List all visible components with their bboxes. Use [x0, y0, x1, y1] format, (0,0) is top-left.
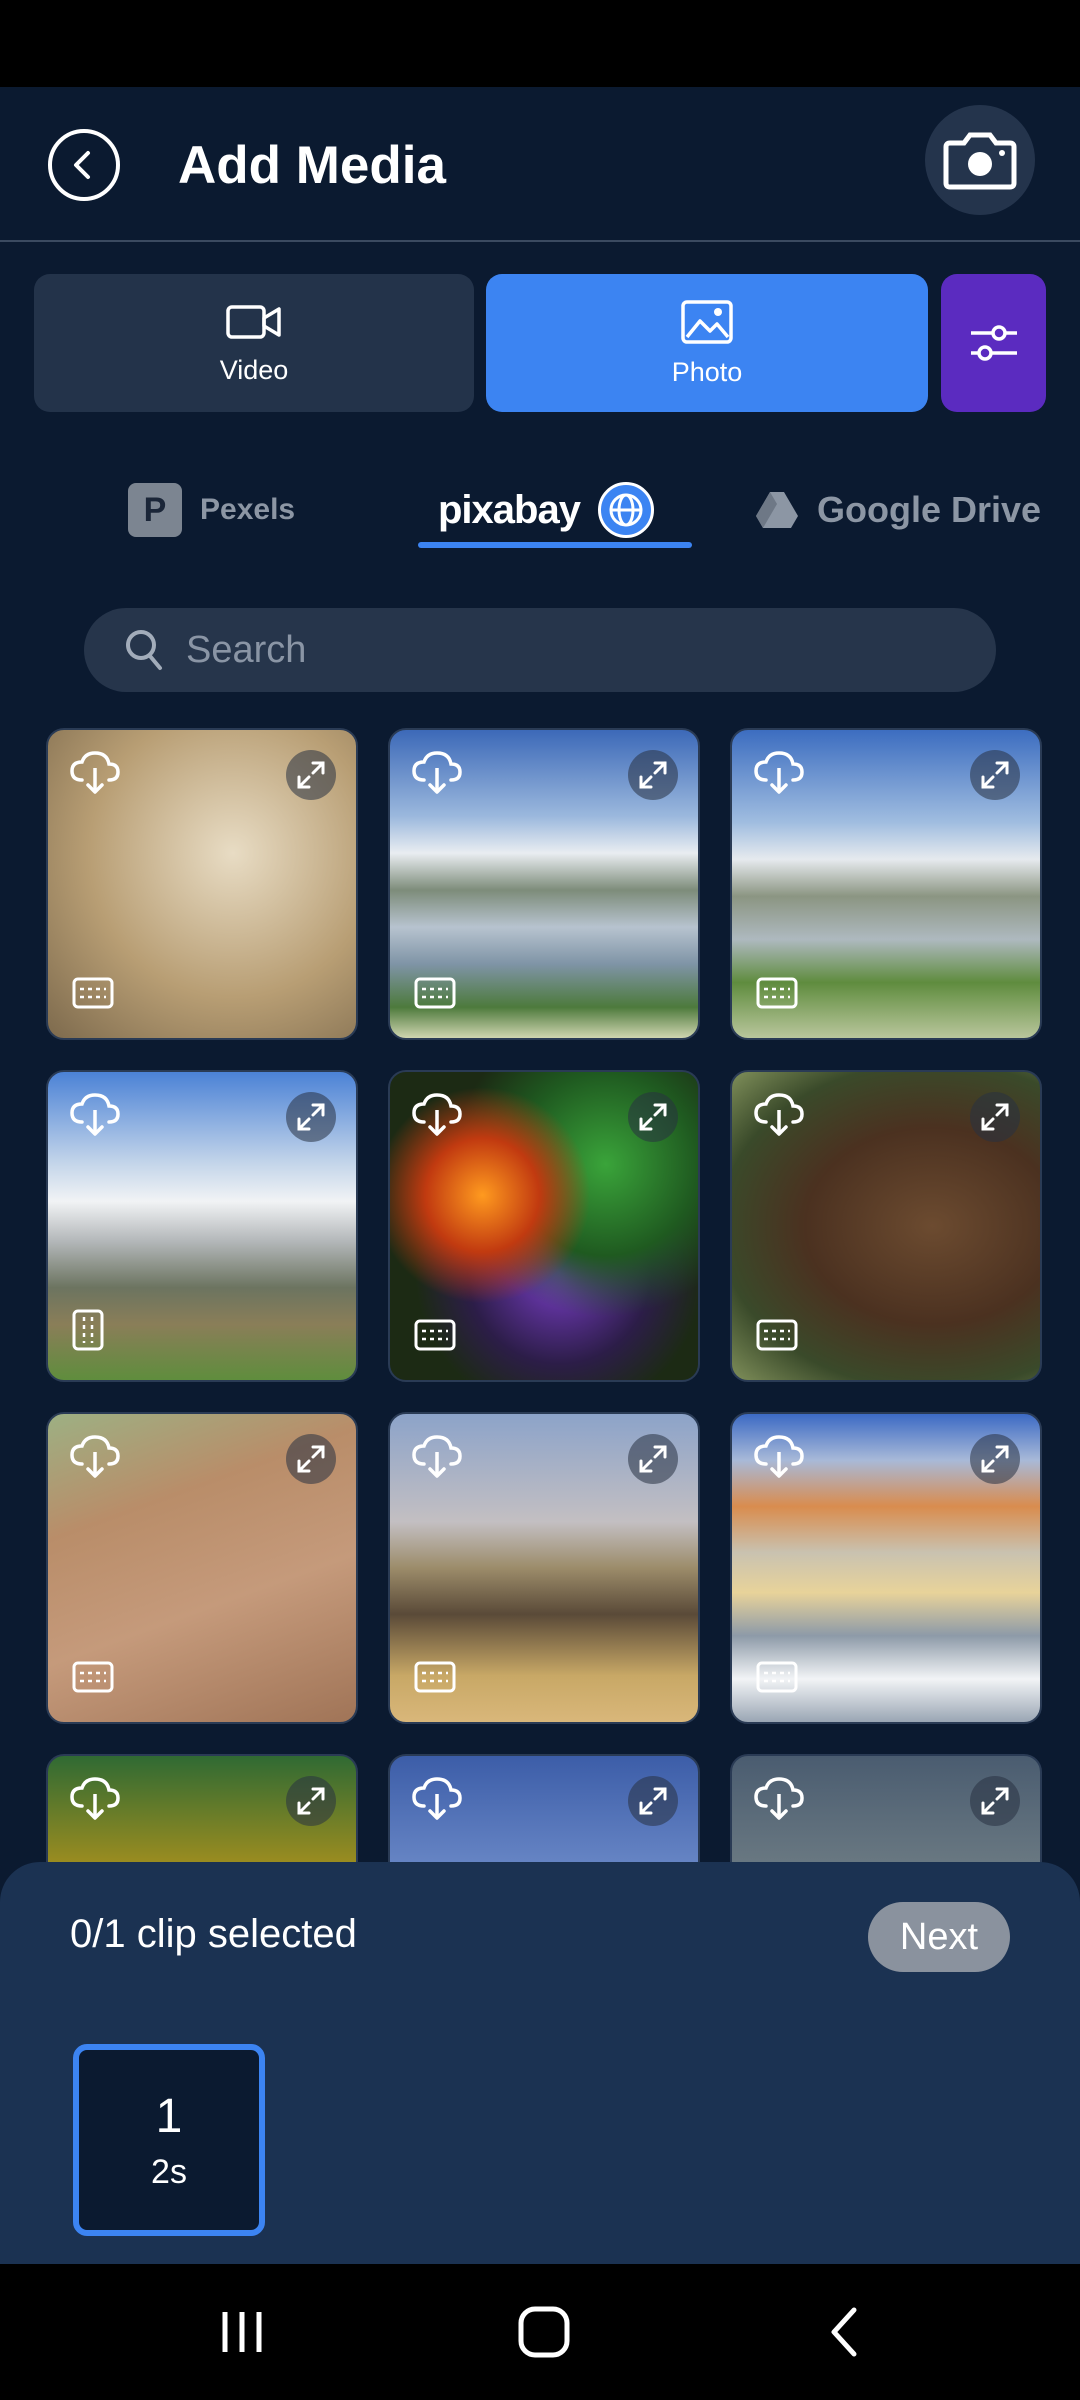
- expand-icon[interactable]: [970, 750, 1020, 800]
- photo-tile-mountain-lake[interactable]: [388, 728, 700, 1040]
- media-type-tabs: Video Photo: [34, 274, 1046, 412]
- next-button[interactable]: Next: [868, 1902, 1010, 1972]
- landscape-aspect-icon: [72, 977, 114, 1014]
- image-icon: [681, 299, 733, 344]
- pexels-logo-icon: P: [128, 483, 182, 537]
- search-placeholder: Search: [186, 628, 307, 671]
- expand-icon[interactable]: [286, 1434, 336, 1484]
- home-button[interactable]: [484, 2294, 604, 2370]
- source-tab-pixabay[interactable]: pixabay: [438, 470, 654, 550]
- cloud-download-icon[interactable]: [752, 1776, 806, 1827]
- recent-apps-icon: [222, 2312, 262, 2352]
- expand-icon[interactable]: [628, 1776, 678, 1826]
- expand-icon[interactable]: [628, 1434, 678, 1484]
- expand-icon[interactable]: [970, 1776, 1020, 1826]
- search-input[interactable]: Search: [84, 608, 996, 692]
- expand-icon[interactable]: [970, 1434, 1020, 1484]
- clip-slot-number: 1: [155, 2089, 183, 2143]
- source-tab-google-drive[interactable]: Google Drive: [755, 470, 1041, 550]
- status-bar: [0, 0, 1080, 87]
- cloud-download-icon[interactable]: [68, 1434, 122, 1485]
- cloud-download-icon[interactable]: [410, 1776, 464, 1827]
- expand-icon[interactable]: [286, 750, 336, 800]
- expand-icon[interactable]: [286, 1092, 336, 1142]
- camera-button[interactable]: [925, 105, 1035, 215]
- cloud-download-icon[interactable]: [410, 1434, 464, 1485]
- app-bar: Add Media: [0, 87, 1080, 242]
- photo-tile-alpine-lake[interactable]: [730, 728, 1042, 1040]
- photo-tile-harbor-town[interactable]: [730, 1412, 1042, 1724]
- photo-tile-matterhorn[interactable]: [46, 1070, 358, 1382]
- cloud-download-icon[interactable]: [68, 1092, 122, 1143]
- landscape-aspect-icon: [756, 1661, 798, 1698]
- selection-sheet: 0/1 clip selected Next 1 2s: [0, 1862, 1080, 2264]
- cloud-download-icon[interactable]: [752, 1434, 806, 1485]
- landscape-aspect-icon: [414, 1661, 456, 1698]
- home-icon: [518, 2306, 570, 2358]
- globe-icon: [597, 482, 654, 538]
- portrait-aspect-icon: [72, 1309, 104, 1356]
- google-drive-icon: [756, 492, 798, 528]
- expand-icon[interactable]: [286, 1776, 336, 1826]
- source-tab-pexels[interactable]: P Pexels: [128, 470, 295, 550]
- landscape-aspect-icon: [72, 1661, 114, 1698]
- photo-tile-sunflowers[interactable]: [46, 1754, 358, 1863]
- landscape-aspect-icon: [756, 977, 798, 1014]
- expand-icon[interactable]: [628, 750, 678, 800]
- clip-selection-count: 0/1 clip selected: [70, 1912, 357, 1956]
- selected-source-indicator: [418, 542, 692, 548]
- search-icon: [126, 630, 162, 670]
- filter-button[interactable]: [941, 274, 1046, 412]
- tab-photo[interactable]: Photo: [486, 274, 928, 412]
- photo-tile-atomium[interactable]: [388, 1754, 700, 1863]
- tab-video-label: Video: [219, 354, 289, 385]
- pixabay-logo: pixabay: [438, 487, 581, 532]
- chevron-left-icon: [74, 151, 90, 179]
- source-tabs: P Pexels pixabay Google Drive: [0, 470, 1080, 550]
- photo-tile-bear[interactable]: [730, 1070, 1042, 1382]
- cloud-download-icon[interactable]: [410, 750, 464, 801]
- photo-tile-wheat[interactable]: [46, 728, 358, 1040]
- landscape-aspect-icon: [414, 977, 456, 1014]
- cloud-download-icon[interactable]: [752, 750, 806, 801]
- photo-tile-abstract[interactable]: [388, 1070, 700, 1382]
- landscape-aspect-icon: [756, 1319, 798, 1356]
- photo-tile-lizard[interactable]: [46, 1412, 358, 1724]
- system-back-button[interactable]: [784, 2294, 904, 2370]
- chevron-left-icon: [831, 2307, 857, 2357]
- clip-slot[interactable]: 1 2s: [73, 2044, 265, 2236]
- cloud-download-icon[interactable]: [410, 1092, 464, 1143]
- photo-grid: [46, 728, 1042, 1863]
- cloud-download-icon[interactable]: [68, 1776, 122, 1827]
- landscape-aspect-icon: [414, 1319, 456, 1356]
- source-pexels-label: Pexels: [200, 493, 296, 526]
- sliders-icon: [970, 325, 1017, 361]
- photo-tile-elephants[interactable]: [388, 1412, 700, 1724]
- source-google-drive-label: Google Drive: [817, 489, 1042, 530]
- page-title: Add Media: [178, 136, 446, 195]
- system-nav-bar: [0, 2264, 1080, 2400]
- video-camera-icon: [226, 304, 281, 339]
- photo-tile-beach[interactable]: [730, 1754, 1042, 1863]
- cloud-download-icon[interactable]: [68, 750, 122, 801]
- tab-video[interactable]: Video: [34, 274, 474, 412]
- recent-apps-button[interactable]: [182, 2294, 302, 2370]
- clip-slot-duration: 2s: [151, 2152, 187, 2191]
- expand-icon[interactable]: [970, 1092, 1020, 1142]
- expand-icon[interactable]: [628, 1092, 678, 1142]
- back-button[interactable]: [48, 129, 120, 201]
- camera-icon: [943, 132, 1017, 190]
- cloud-download-icon[interactable]: [752, 1092, 806, 1143]
- tab-photo-label: Photo: [671, 356, 743, 387]
